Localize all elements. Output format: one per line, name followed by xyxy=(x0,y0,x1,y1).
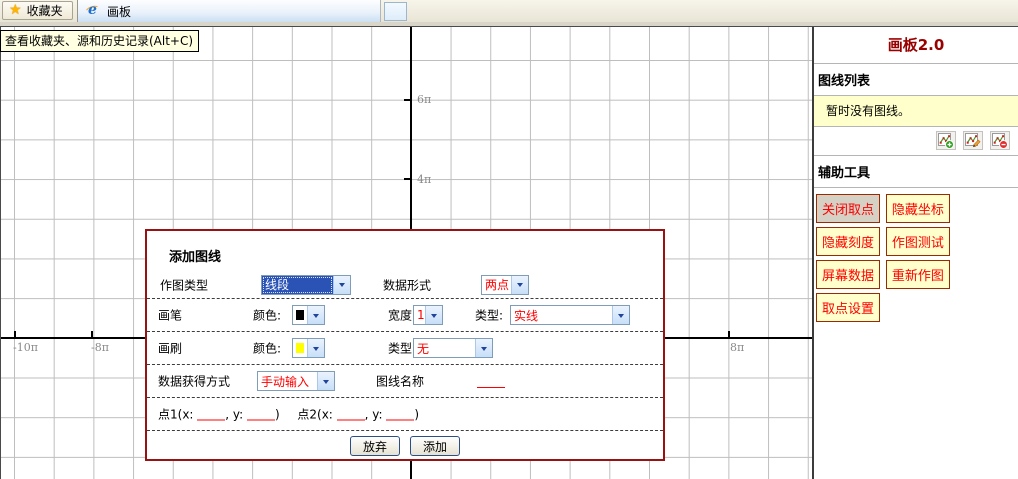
favorites-label: 收藏夹 xyxy=(27,2,63,19)
delete-line-icon[interactable] xyxy=(990,131,1010,150)
empty-line-list-message: 暂时没有图线。 xyxy=(814,96,1018,127)
line-list-actions xyxy=(814,127,1018,156)
edit-line-icon[interactable] xyxy=(963,131,983,150)
tool-button-close-picking[interactable]: 关闭取点 xyxy=(816,194,880,223)
tools-panel: 关闭取点 隐藏坐标 隐藏刻度 作图测试 屏幕数据 重新作图 取点设置 xyxy=(814,188,1018,328)
line-list-header: 图线列表 xyxy=(814,64,1018,96)
data-method-select[interactable]: 手动输入 xyxy=(257,371,335,391)
tool-button-hide-scale[interactable]: 隐藏刻度 xyxy=(816,227,880,256)
point2-x-prefix: (x: xyxy=(317,408,333,422)
chevron-down-icon[interactable] xyxy=(307,339,324,357)
dialog-title: 添加图线 xyxy=(169,246,221,265)
cancel-button[interactable]: 放弃 xyxy=(350,436,400,456)
point1-label: 点1 xyxy=(158,408,178,422)
chevron-down-icon[interactable] xyxy=(307,306,324,324)
data-form-label: 数据形式 xyxy=(383,276,431,293)
point2-y-input[interactable] xyxy=(386,407,414,421)
tool-button-pick-settings[interactable]: 取点设置 xyxy=(816,293,880,322)
x-tick-neg8pi xyxy=(91,331,93,337)
tool-button-screen-data[interactable]: 屏幕数据 xyxy=(816,260,880,289)
new-tab-button[interactable] xyxy=(384,2,407,21)
x-axis-label: 8π xyxy=(730,341,744,354)
brush-color-swatch xyxy=(296,343,304,353)
pen-label: 画笔 xyxy=(158,307,182,324)
chevron-down-icon[interactable] xyxy=(612,306,629,324)
point1-x-input[interactable] xyxy=(197,407,225,421)
x-axis-label: -10π xyxy=(13,341,38,354)
draw-type-label: 作图类型 xyxy=(160,276,208,293)
page-body: 6π 4π -10π -8π 8π 画板2.0 图线列表 暂时没有图线。 xyxy=(0,26,1018,479)
point2-label: 点2 xyxy=(297,408,317,422)
chevron-down-icon[interactable] xyxy=(425,306,442,324)
x-tick-8pi xyxy=(728,331,730,337)
brush-type-select[interactable]: 无 xyxy=(413,338,493,358)
y-axis-label: 6π xyxy=(417,93,431,106)
dialog-row-method: 数据获得方式 手动输入 图线名称 xyxy=(147,365,663,398)
star-icon: ★ xyxy=(9,4,22,17)
tool-button-plot-test[interactable]: 作图测试 xyxy=(886,227,950,256)
browser-tab-active[interactable]: e 画板 xyxy=(78,0,381,22)
point2-close: ) xyxy=(414,408,419,422)
sidebar: 画板2.0 图线列表 暂时没有图线。 xyxy=(812,27,1018,479)
app-title: 画板2.0 xyxy=(814,34,1018,64)
browser-toolbar: ★ 收藏夹 e 画板 xyxy=(0,0,1018,22)
line-name-label: 图线名称 xyxy=(376,373,424,390)
brush-color-select[interactable] xyxy=(292,338,325,358)
dialog-row-type: 作图类型 线段 数据形式 两点 xyxy=(147,271,663,299)
add-line-dialog: 添加图线 作图类型 线段 数据形式 两点 画笔 颜色: xyxy=(145,229,665,461)
dialog-button-row: 放弃 添加 xyxy=(147,431,663,456)
chevron-down-icon[interactable] xyxy=(511,276,528,294)
tool-button-redraw[interactable]: 重新作图 xyxy=(886,260,950,289)
add-line-icon[interactable] xyxy=(936,131,956,150)
chevron-down-icon[interactable] xyxy=(475,339,492,357)
x-axis-label: -8π xyxy=(91,341,109,354)
pen-type-select[interactable]: 实线 xyxy=(510,305,630,325)
point1-y-input[interactable] xyxy=(247,407,275,421)
draw-type-select[interactable]: 线段 xyxy=(261,275,351,295)
pen-type-label: 类型: xyxy=(475,307,503,324)
y-tick-4pi xyxy=(404,178,411,180)
pen-width-select[interactable]: 1 xyxy=(413,305,443,325)
favorites-tooltip: 查看收藏夹、源和历史记录(Alt+C) xyxy=(0,30,199,52)
app-screen: ★ 收藏夹 e 画板 6π 4π -10π -8π 8π xyxy=(0,0,1018,479)
tab-title: 画板 xyxy=(107,3,131,20)
pen-color-swatch xyxy=(296,310,304,320)
tools-header: 辅助工具 xyxy=(814,156,1018,188)
point2-x-input[interactable] xyxy=(337,407,365,421)
tool-button-hide-axes[interactable]: 隐藏坐标 xyxy=(886,194,950,223)
data-method-label: 数据获得方式 xyxy=(158,373,230,390)
favorites-button[interactable]: ★ 收藏夹 xyxy=(2,1,73,20)
line-name-input[interactable] xyxy=(477,374,505,388)
dialog-row-pen: 画笔 颜色: 宽度: 1 类型: 实线 xyxy=(147,299,663,332)
pen-color-select[interactable] xyxy=(292,305,325,325)
add-button[interactable]: 添加 xyxy=(410,436,460,456)
internet-explorer-icon: e xyxy=(85,3,101,19)
pen-color-label: 颜色: xyxy=(253,307,281,324)
brush-type-label: 类型: xyxy=(388,340,416,357)
pen-width-label: 宽度: xyxy=(388,307,416,324)
chevron-down-icon[interactable] xyxy=(317,372,334,390)
y-axis-label: 4π xyxy=(417,173,431,186)
point1-y-prefix: , y: xyxy=(225,408,243,422)
brush-label: 画刷 xyxy=(158,340,182,357)
dialog-row-brush: 画刷 颜色: 类型: 无 xyxy=(147,332,663,365)
point1-close: ) xyxy=(275,408,280,422)
data-form-select[interactable]: 两点 xyxy=(481,275,529,295)
brush-color-label: 颜色: xyxy=(253,340,281,357)
point2-y-prefix: , y: xyxy=(365,408,383,422)
x-tick-neg10pi xyxy=(14,331,16,337)
y-tick-6pi xyxy=(404,99,411,101)
point1-x-prefix: (x: xyxy=(178,408,194,422)
chevron-down-icon[interactable] xyxy=(333,276,350,294)
dialog-row-points: 点1(x: , y: ) 点2(x: , y: ) xyxy=(147,398,663,431)
